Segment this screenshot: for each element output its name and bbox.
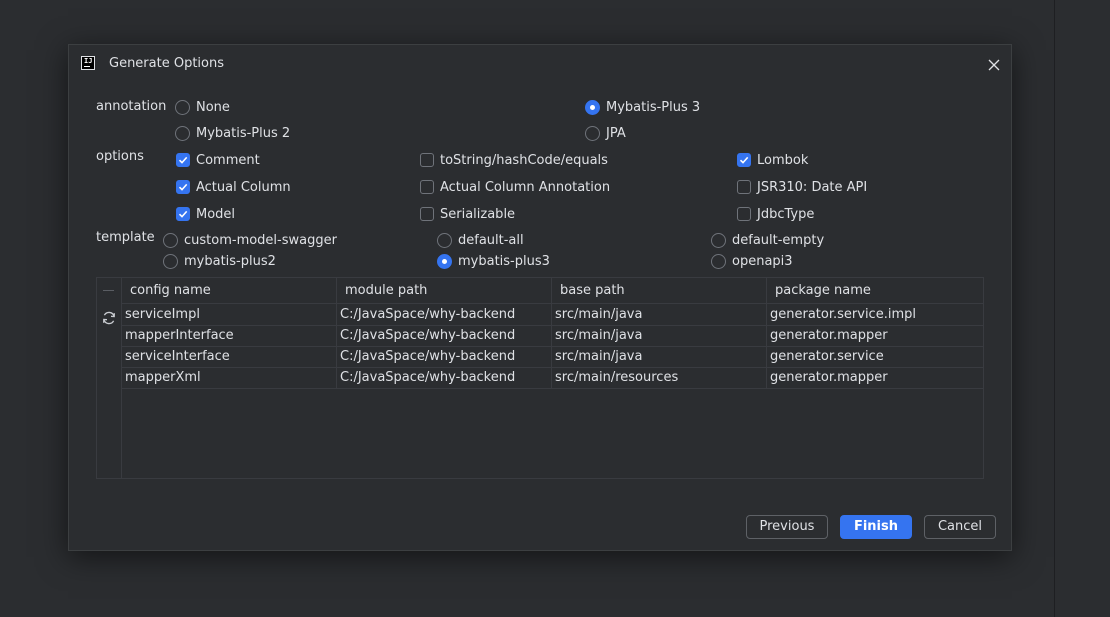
base-path-cell[interactable]: src/main/resources (552, 367, 767, 388)
base-path-cell[interactable]: src/main/java (552, 346, 767, 367)
model-checkbox[interactable]: Model (176, 205, 235, 223)
jdbctype-checkbox[interactable]: JdbcType (737, 205, 814, 223)
radio-label: mybatis-plus2 (184, 253, 276, 269)
radio-label: Mybatis-Plus 3 (606, 99, 701, 115)
radio-label: custom-model-swagger (184, 232, 337, 248)
radio-label: None (196, 99, 230, 115)
checkbox-label: JdbcType (757, 206, 815, 222)
radio-indicator (163, 253, 178, 269)
config-table: config name module path base path packag… (96, 277, 984, 479)
radio-indicator (711, 253, 726, 269)
jsr310-date-api-checkbox[interactable]: JSR310: Date API (737, 178, 867, 196)
cancel-button[interactable]: Cancel (924, 515, 996, 539)
radio-label: Mybatis-Plus 2 (196, 125, 291, 141)
previous-button[interactable]: Previous (746, 515, 828, 539)
table-toolbar (97, 278, 122, 478)
column-header-base-path[interactable]: base path (552, 278, 767, 303)
config-name-cell[interactable]: mapperXml (122, 367, 337, 388)
comment-checkbox[interactable]: Comment (176, 151, 260, 169)
dialog-titlebar: IJ Generate Options (69, 45, 1011, 83)
finish-button[interactable]: Finish (840, 515, 912, 539)
serializable-checkbox[interactable]: Serializable (420, 205, 515, 223)
template-default-empty-radio[interactable]: default-empty (711, 231, 824, 249)
annotation-none-radio[interactable]: None (175, 98, 230, 116)
config-name-cell[interactable]: mapperInterface (122, 325, 337, 346)
package-name-cell[interactable]: generator.mapper (767, 325, 983, 346)
checkbox-label: Model (196, 206, 236, 222)
radio-indicator (163, 232, 178, 248)
column-header-module-path[interactable]: module path (337, 278, 552, 303)
module-path-cell[interactable]: C:/JavaSpace/why-backend (337, 304, 552, 325)
close-icon[interactable] (985, 56, 1003, 74)
checkbox-indicator (420, 180, 434, 194)
base-path-cell[interactable]: src/main/java (552, 304, 767, 325)
checkbox-indicator (737, 153, 751, 167)
config-name-cell[interactable]: serviceImpl (122, 304, 337, 325)
table-header: config name module path base path packag… (122, 278, 983, 304)
ide-panel-divider (1054, 0, 1055, 617)
checkbox-indicator (176, 207, 190, 221)
refresh-icon[interactable] (101, 310, 117, 326)
tostring-hashcode-equals-checkbox[interactable]: toString/hashCode/equals (420, 151, 608, 169)
radio-indicator (585, 125, 600, 141)
radio-indicator (437, 253, 452, 269)
options-label: options (96, 149, 144, 164)
table-row[interactable]: serviceImpl C:/JavaSpace/why-backend src… (122, 304, 983, 326)
radio-indicator (585, 99, 600, 115)
checkbox-label: Actual Column Annotation (440, 179, 611, 195)
module-path-cell[interactable]: C:/JavaSpace/why-backend (337, 367, 552, 388)
radio-indicator (175, 99, 190, 115)
checkbox-label: Comment (196, 152, 260, 168)
actual-column-checkbox[interactable]: Actual Column (176, 178, 291, 196)
column-header-package-name[interactable]: package name (767, 278, 983, 303)
checkbox-indicator (737, 180, 751, 194)
lombok-checkbox[interactable]: Lombok (737, 151, 808, 169)
config-name-cell[interactable]: serviceInterface (122, 346, 337, 367)
radio-label: JPA (606, 125, 626, 141)
radio-label: default-all (458, 232, 524, 248)
radio-label: default-empty (732, 232, 825, 248)
annotation-label: annotation (96, 99, 167, 114)
radio-label: mybatis-plus3 (458, 253, 550, 269)
dialog-title: Generate Options (109, 56, 225, 71)
checkbox-indicator (176, 180, 190, 194)
checkbox-label: Lombok (757, 152, 809, 168)
table-row[interactable]: mapperInterface C:/JavaSpace/why-backend… (122, 325, 983, 347)
template-openapi3-radio[interactable]: openapi3 (711, 252, 793, 270)
checkbox-label: toString/hashCode/equals (440, 152, 608, 168)
generate-options-dialog: IJ Generate Options annotation None Myba… (68, 44, 1012, 551)
checkbox-indicator (176, 153, 190, 167)
table-row[interactable]: serviceInterface C:/JavaSpace/why-backen… (122, 346, 983, 368)
column-header-config-name[interactable]: config name (122, 278, 337, 303)
annotation-mybatis-plus-3-radio[interactable]: Mybatis-Plus 3 (585, 98, 700, 116)
template-custom-model-swagger-radio[interactable]: custom-model-swagger (163, 231, 337, 249)
checkbox-indicator (420, 207, 434, 221)
radio-indicator (711, 232, 726, 248)
radio-indicator (175, 125, 190, 141)
module-path-cell[interactable]: C:/JavaSpace/why-backend (337, 346, 552, 367)
template-label: template (96, 230, 155, 245)
table-row[interactable]: mapperXml C:/JavaSpace/why-backend src/m… (122, 367, 983, 389)
remove-row-icon (103, 290, 114, 291)
base-path-cell[interactable]: src/main/java (552, 325, 767, 346)
actual-column-annotation-checkbox[interactable]: Actual Column Annotation (420, 178, 610, 196)
checkbox-label: Serializable (440, 206, 516, 222)
checkbox-indicator (737, 207, 751, 221)
package-name-cell[interactable]: generator.service (767, 346, 983, 367)
template-default-all-radio[interactable]: default-all (437, 231, 524, 249)
radio-indicator (437, 232, 452, 248)
intellij-logo-icon: IJ (81, 56, 95, 70)
module-path-cell[interactable]: C:/JavaSpace/why-backend (337, 325, 552, 346)
package-name-cell[interactable]: generator.mapper (767, 367, 983, 388)
radio-label: openapi3 (732, 253, 793, 269)
template-mybatis-plus3-radio[interactable]: mybatis-plus3 (437, 252, 550, 270)
checkbox-indicator (420, 153, 434, 167)
template-mybatis-plus2-radio[interactable]: mybatis-plus2 (163, 252, 276, 270)
annotation-mybatis-plus-2-radio[interactable]: Mybatis-Plus 2 (175, 124, 290, 142)
checkbox-label: JSR310: Date API (757, 179, 868, 195)
annotation-jpa-radio[interactable]: JPA (585, 124, 626, 142)
package-name-cell[interactable]: generator.service.impl (767, 304, 983, 325)
checkbox-label: Actual Column (196, 179, 291, 195)
